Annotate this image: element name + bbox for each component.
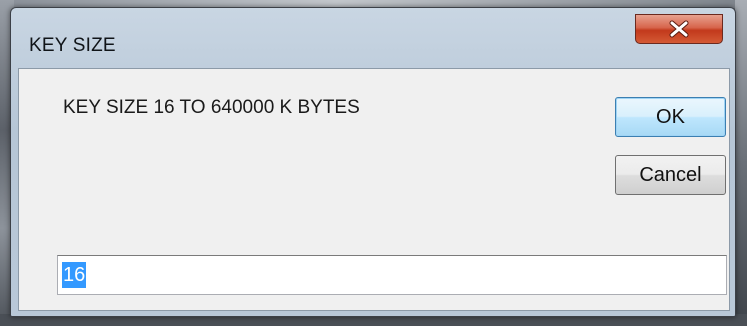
background-right (735, 0, 747, 326)
key-size-input[interactable]: 16 (57, 255, 727, 295)
ok-button[interactable]: OK (615, 97, 726, 137)
title-bar[interactable]: KEY SIZE (11, 8, 735, 56)
close-button[interactable] (635, 14, 723, 44)
close-icon (669, 20, 689, 38)
window-title: KEY SIZE (29, 35, 116, 56)
dialog-body: KEY SIZE 16 TO 640000 K BYTES OK Cancel … (18, 68, 730, 311)
ok-button-label: OK (656, 105, 685, 128)
key-size-input-value: 16 (62, 262, 87, 288)
cancel-button[interactable]: Cancel (615, 155, 726, 195)
cancel-button-label: Cancel (639, 163, 702, 186)
prompt-text: KEY SIZE 16 TO 640000 K BYTES (63, 97, 360, 118)
key-size-dialog: KEY SIZE KEY SIZE 16 TO 640000 K BYTES O… (10, 7, 736, 317)
